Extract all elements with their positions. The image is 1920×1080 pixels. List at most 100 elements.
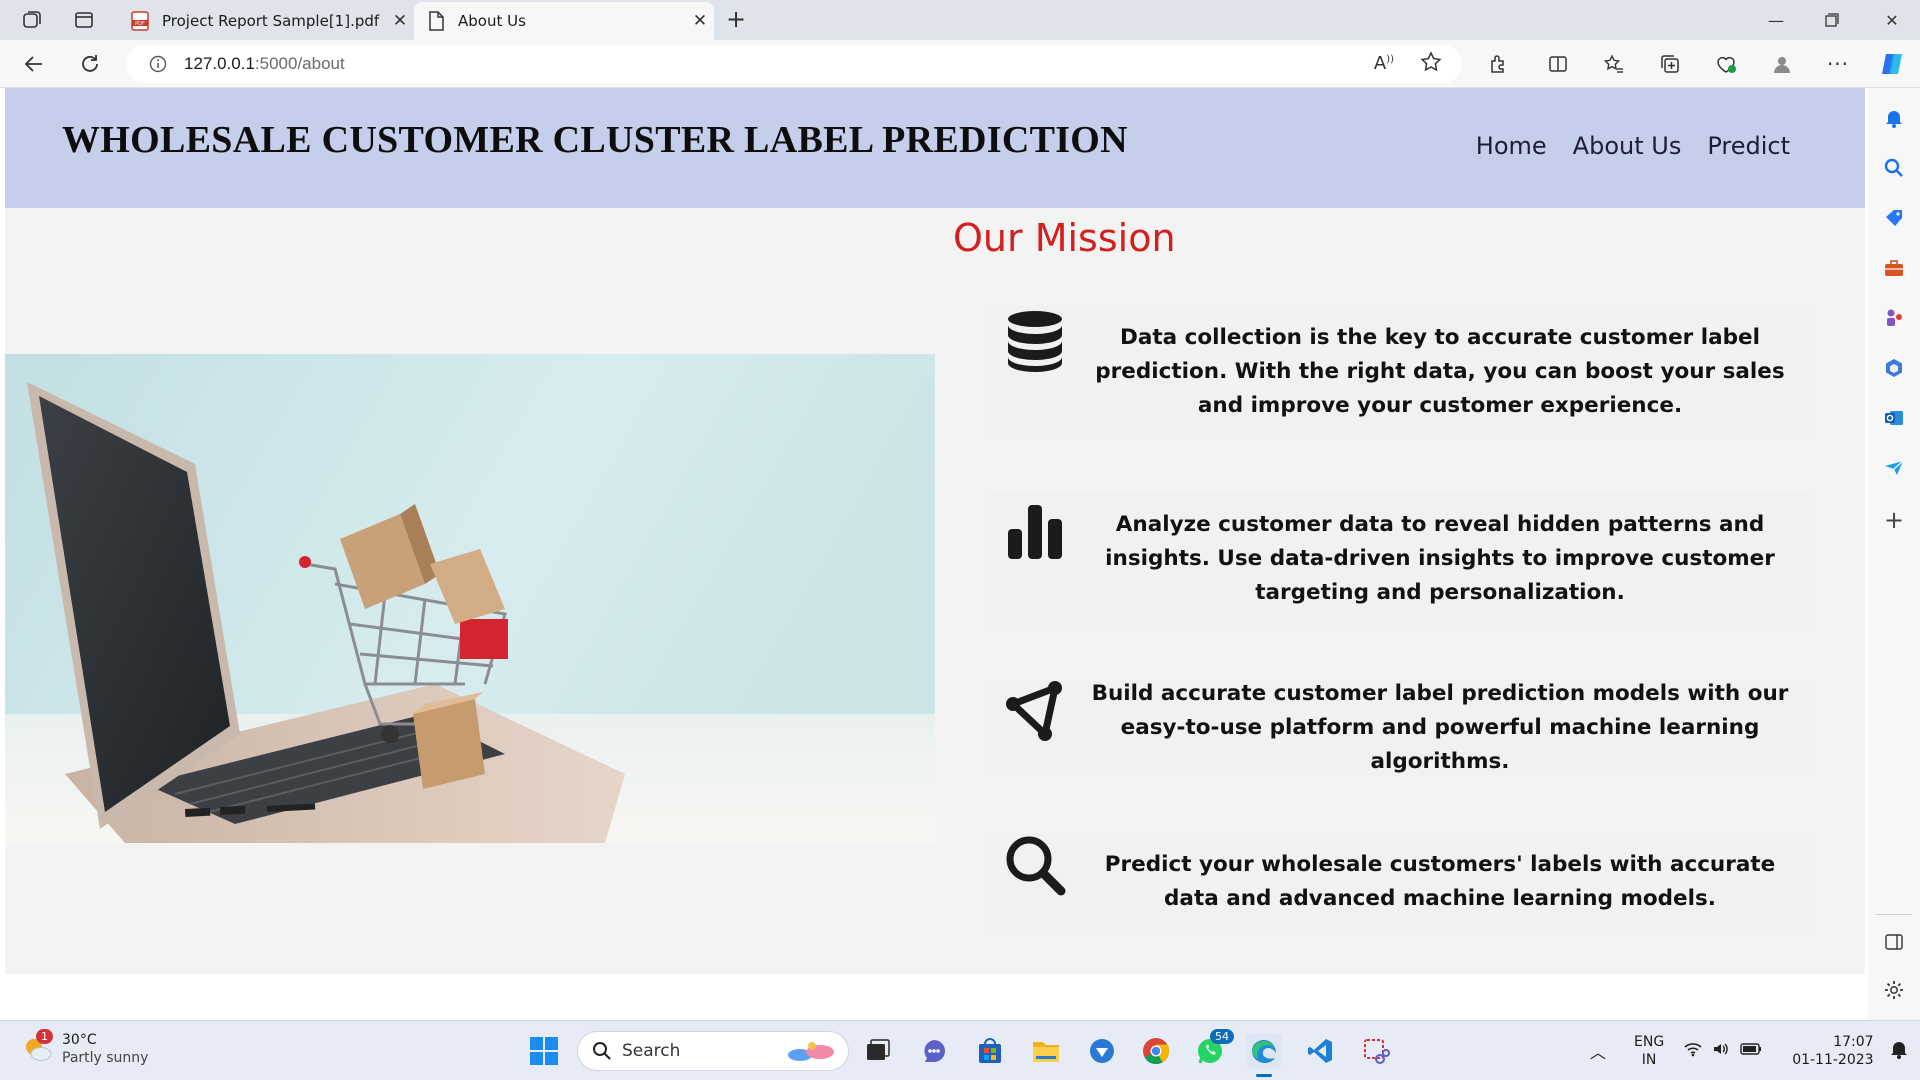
tools-icon[interactable] [1880,254,1908,282]
site-info-icon[interactable] [146,52,170,76]
laptop-shopping-cart-image [5,354,935,843]
favorite-star-icon[interactable] [1420,51,1442,77]
url-path: :5000/about [254,54,345,73]
teams-chat-icon[interactable] [916,1033,952,1069]
collections-icon[interactable] [1652,48,1688,80]
mission-card-text: Analyze customer data to reveal hidden p… [1105,512,1775,605]
weather-widget[interactable]: 1 30°C Partly sunny [22,1029,149,1067]
mission-card-text: Build accurate customer label prediction… [1091,681,1789,774]
language-indicator[interactable]: ENG IN [1634,1033,1664,1069]
page-viewport: WHOLESALE CUSTOMER CLUSTER LABEL PREDICT… [5,88,1865,1016]
network-icon [990,680,1080,742]
partly-sunny-icon: 1 [22,1029,54,1065]
nav-predict-link[interactable]: Predict [1707,132,1790,160]
mission-heading: Our Mission [953,216,1176,260]
close-window-icon[interactable]: ✕ [1864,0,1920,40]
nav-about-link[interactable]: About Us [1573,132,1682,160]
games-icon[interactable] [1880,304,1908,332]
mission-card-models: Build accurate customer label prediction… [990,680,1810,776]
mission-card-data-collection: Data collection is the key to accurate c… [990,306,1810,438]
close-tab-icon[interactable]: ✕ [686,11,714,31]
search-icon [592,1041,612,1061]
browser-essentials-icon[interactable] [1708,48,1744,80]
bar-chart-icon [990,493,1080,559]
mission-card-predict: Predict your wholesale customers' labels… [990,834,1810,930]
browser-tab-bar: PDF Project Report Sample[1].pdf ✕ About… [0,0,1920,40]
address-bar[interactable]: 127.0.0.1:5000/about A)) [126,45,1462,83]
clock-time: 17:07 [1833,1034,1874,1050]
site-header: WHOLESALE CUSTOMER CLUSTER LABEL PREDICT… [5,88,1865,208]
clock[interactable]: 17:07 01-11-2023 [1792,1033,1873,1069]
search-highlight-icon [786,1038,838,1068]
tab-title: About Us [458,12,526,30]
tab-actions-icon[interactable] [68,6,100,34]
windows-start-icon[interactable] [526,1033,562,1069]
hide-sidebar-icon[interactable] [1880,928,1908,956]
url-host: 127.0.0.1 [184,54,255,73]
microsoft-store-icon[interactable] [972,1033,1008,1069]
language-code: ENG [1634,1034,1665,1050]
tab-pdf[interactable]: PDF Project Report Sample[1].pdf ✕ [118,2,414,40]
task-view-icon[interactable] [860,1033,896,1069]
search-icon [990,834,1080,896]
app-heart-icon[interactable] [1084,1033,1120,1069]
snipping-tool-icon[interactable] [1358,1033,1394,1069]
add-sidebar-app-icon[interactable]: + [1880,506,1908,534]
minimize-icon[interactable]: — [1748,0,1804,40]
favorites-icon[interactable] [1596,48,1632,80]
outlook-icon[interactable] [1880,404,1908,432]
battery-icon[interactable] [1740,1042,1762,1060]
edge-sidebar: + [1868,88,1920,1020]
database-icon [990,306,1080,372]
shopping-icon[interactable] [1880,204,1908,232]
site-nav: Home About Us Predict [1476,132,1790,160]
mission-card-text: Predict your wholesale customers' labels… [1104,852,1776,911]
clock-date: 01-11-2023 [1792,1052,1874,1068]
refresh-icon[interactable] [72,48,108,80]
page-bottom-strip [5,974,1865,1016]
drop-icon[interactable] [1880,454,1908,482]
profile-icon[interactable] [1764,48,1800,80]
close-tab-icon[interactable]: ✕ [386,11,414,31]
tab-title: Project Report Sample[1].pdf [162,12,380,30]
weather-condition: Partly sunny [62,1050,149,1066]
whatsapp-icon[interactable]: 54 [1192,1029,1234,1069]
show-hidden-icons-chevron-icon[interactable]: ︿ [1590,1039,1606,1063]
workspaces-icon[interactable] [16,6,48,34]
volume-icon[interactable] [1712,1041,1730,1061]
tab-about-us[interactable]: About Us ✕ [414,2,714,40]
site-title: WHOLESALE CUSTOMER CLUSTER LABEL PREDICT… [62,119,1128,161]
search-label: Search [622,1041,681,1061]
more-options-icon[interactable]: ··· [1820,48,1856,80]
chrome-icon[interactable] [1138,1033,1174,1069]
settings-gear-icon[interactable] [1880,976,1908,1004]
search-icon[interactable] [1880,154,1908,182]
region-code: IN [1641,1052,1657,1068]
active-app-indicator [1256,1074,1272,1077]
edge-icon[interactable] [1246,1033,1282,1077]
restore-icon[interactable] [1804,0,1860,40]
microsoft-365-icon[interactable] [1880,354,1908,382]
mission-card-analysis: Analyze customer data to reveal hidden p… [990,493,1810,625]
file-explorer-icon[interactable] [1028,1033,1064,1069]
vscode-icon[interactable] [1302,1033,1338,1069]
read-aloud-icon[interactable]: A)) [1374,53,1394,74]
taskbar-search-box[interactable]: Search [577,1031,849,1071]
back-icon[interactable] [16,48,52,80]
notification-bell-icon[interactable] [1890,1039,1908,1063]
page-icon [426,11,446,31]
weather-temp: 30°C [62,1032,97,1048]
svg-text:PDF: PDF [135,21,145,27]
whatsapp-unread-badge: 54 [1210,1029,1234,1044]
copilot-icon[interactable] [1874,48,1910,80]
system-tray: ︿ ENG IN 17:07 01-11-2023 [1590,1021,1908,1080]
pdf-icon: PDF [130,11,150,31]
browser-toolbar: 127.0.0.1:5000/about A)) ··· [0,40,1920,88]
nav-home-link[interactable]: Home [1476,132,1547,160]
new-tab-button[interactable]: + [722,6,750,34]
mission-card-text: Data collection is the key to accurate c… [1095,325,1785,418]
split-screen-icon[interactable] [1540,48,1576,80]
notifications-icon[interactable] [1880,104,1908,132]
wifi-icon[interactable] [1684,1041,1702,1061]
extensions-icon[interactable] [1480,48,1516,80]
